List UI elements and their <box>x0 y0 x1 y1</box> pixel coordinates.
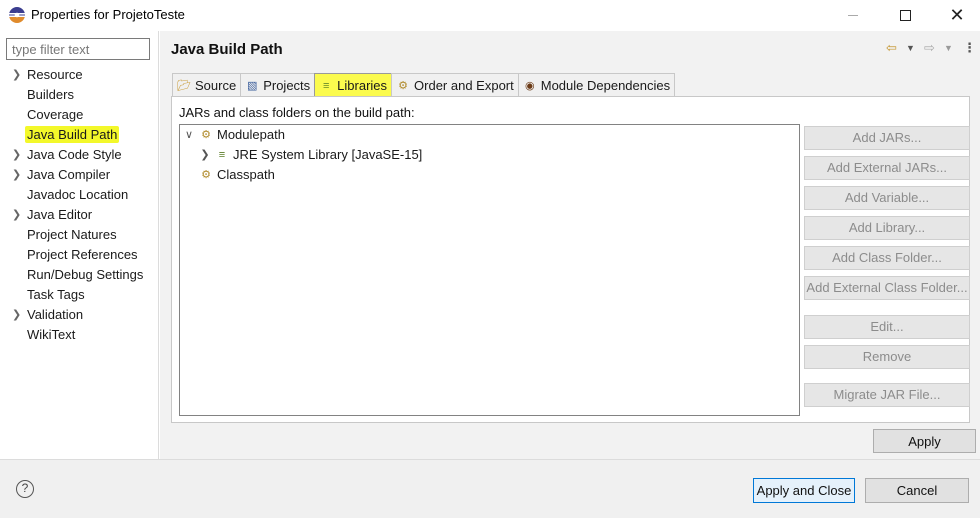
forward-arrow-icon[interactable]: ⇨ <box>924 40 935 56</box>
projects-icon: ▧ <box>247 79 258 92</box>
minimize-button[interactable] <box>830 0 876 31</box>
library-icon: ≡ <box>322 79 330 92</box>
build-path-tabs: 📂︎ Source ▧ Projects ≡ Libraries ⚙ Order and… <box>172 73 676 97</box>
tab-module-dependencies[interactable]: ◉ Module Dependencies <box>517 73 676 97</box>
nav-item-java-compiler[interactable]: ❯ Java Compiler <box>0 165 159 185</box>
close-button[interactable]: ✕ <box>934 0 980 31</box>
cancel-button[interactable]: Cancel <box>865 478 969 503</box>
close-icon: ✕ <box>949 5 965 25</box>
nav-item-builders[interactable]: Builders <box>0 85 159 105</box>
nav-item-javadoc-location[interactable]: Javadoc Location <box>0 185 159 205</box>
dialog-footer: ? Apply and Close Cancel <box>0 459 980 518</box>
libraries-panel: JARs and class folders on the build path… <box>171 96 970 423</box>
title-bar: Properties for ProjetoTeste ✕ <box>0 0 980 31</box>
page-title: Java Build Path <box>171 41 283 58</box>
tree-node-classpath[interactable]: ⚙ Classpath <box>199 165 275 185</box>
add-jars-button[interactable]: Add JARs... <box>804 126 970 150</box>
properties-nav-list: ❯ Resource Builders Coverage Java Build P… <box>0 65 159 345</box>
add-library-button[interactable]: Add Library... <box>804 216 970 240</box>
tab-libraries[interactable]: ≡ Libraries <box>314 73 393 97</box>
page-header: Java Build Path ⇦ ▼ ⇨ ▼ ⋮ <box>160 31 980 65</box>
migrate-jar-file-button[interactable]: Migrate JAR File... <box>804 383 970 407</box>
add-external-class-folder-button[interactable]: Add External Class Folder... <box>804 276 970 300</box>
build-path-tree[interactable]: ∨ ⚙ Modulepath ❯ ≡ JRE System Library [J… <box>179 124 800 416</box>
nav-item-resource[interactable]: ❯ Resource <box>0 65 159 85</box>
chevron-right-icon[interactable]: ❯ <box>12 305 21 325</box>
edit-button[interactable]: Edit... <box>804 315 970 339</box>
eclipse-app-icon <box>9 7 25 23</box>
chevron-right-icon[interactable]: ❯ <box>12 165 21 185</box>
minimize-icon <box>848 15 858 16</box>
tree-node-jre-system-library[interactable]: ❯ ≡ JRE System Library [JavaSE-15] <box>199 145 422 165</box>
help-icon[interactable]: ? <box>16 480 34 498</box>
nav-item-coverage[interactable]: Coverage <box>0 105 159 125</box>
nav-item-project-references[interactable]: Project References <box>0 245 159 265</box>
classpath-icon: ⚙ <box>201 169 211 181</box>
nav-item-project-natures[interactable]: Project Natures <box>0 225 159 245</box>
add-variable-button[interactable]: Add Variable... <box>804 186 970 210</box>
forward-history-dropdown-icon[interactable]: ▼ <box>944 43 953 53</box>
nav-item-run-debug-settings[interactable]: Run/Debug Settings <box>0 265 159 285</box>
chevron-down-icon[interactable]: ∨ <box>183 125 195 145</box>
apply-button[interactable]: Apply <box>873 429 976 453</box>
source-folder-icon: 📂︎ <box>177 79 191 92</box>
back-arrow-icon[interactable]: ⇦ <box>886 40 897 56</box>
add-class-folder-button[interactable]: Add Class Folder... <box>804 246 970 270</box>
tab-order-and-export[interactable]: ⚙ Order and Export <box>391 73 519 97</box>
nav-item-wikitext[interactable]: WikiText <box>0 325 159 345</box>
remove-button[interactable]: Remove <box>804 345 970 369</box>
nav-item-task-tags[interactable]: Task Tags <box>0 285 159 305</box>
tree-node-modulepath[interactable]: ∨ ⚙ Modulepath <box>183 125 285 145</box>
window-title: Properties for ProjetoTeste <box>31 7 185 22</box>
apply-and-close-button[interactable]: Apply and Close <box>753 478 855 503</box>
chevron-right-icon[interactable]: ❯ <box>12 205 21 225</box>
order-export-icon: ⚙ <box>398 79 408 92</box>
build-path-content: 📂︎ Source ▧ Projects ≡ Libraries ⚙ Order and… <box>160 65 980 459</box>
chevron-right-icon[interactable]: ❯ <box>12 65 21 85</box>
build-path-description: JARs and class folders on the build path… <box>179 105 415 120</box>
module-icon: ◉ <box>524 79 535 92</box>
nav-item-validation[interactable]: ❯ Validation <box>0 305 159 325</box>
nav-item-java-code-style[interactable]: ❯ Java Code Style <box>0 145 159 165</box>
nav-item-java-editor[interactable]: ❯ Java Editor <box>0 205 159 225</box>
filter-input[interactable] <box>6 38 150 60</box>
tab-projects[interactable]: ▧ Projects <box>240 73 316 97</box>
nav-item-java-build-path[interactable]: Java Build Path <box>0 125 159 145</box>
maximize-icon <box>899 10 911 21</box>
library-icon: ≡ <box>218 149 226 161</box>
add-external-jars-button[interactable]: Add External JARs... <box>804 156 970 180</box>
chevron-right-icon[interactable]: ❯ <box>12 145 21 165</box>
maximize-button[interactable] <box>882 0 928 31</box>
properties-sidebar: ❯Resource Builders Coverage Java Build P… <box>0 31 159 459</box>
chevron-right-icon[interactable]: ❯ <box>199 145 211 165</box>
modulepath-icon: ⚙ <box>201 129 211 141</box>
view-menu-icon[interactable]: ⋮ <box>963 40 976 56</box>
tab-source[interactable]: 📂︎ Source <box>172 73 242 97</box>
back-history-dropdown-icon[interactable]: ▼ <box>906 43 915 53</box>
